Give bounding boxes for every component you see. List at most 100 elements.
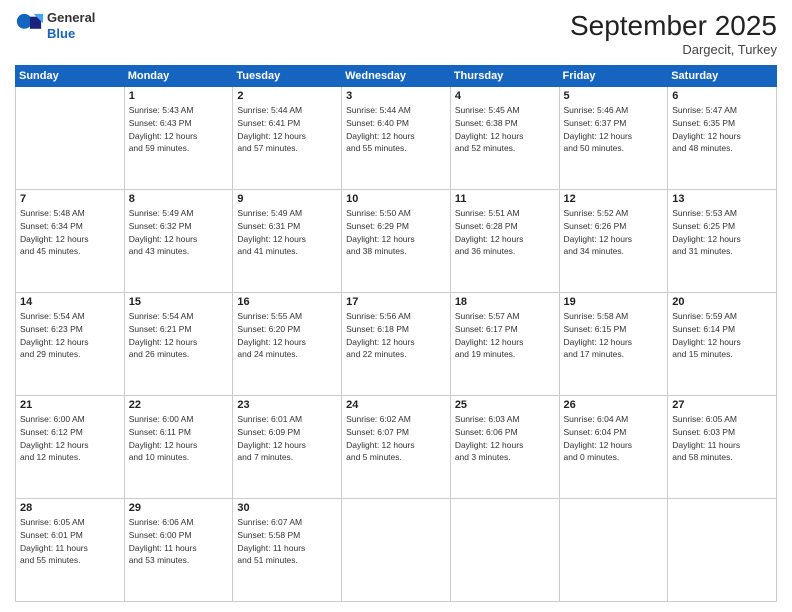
table-row: 19Sunrise: 5:58 AM Sunset: 6:15 PM Dayli… <box>559 293 668 396</box>
day-info: Sunrise: 6:02 AM Sunset: 6:07 PM Dayligh… <box>346 413 446 464</box>
day-number: 26 <box>564 399 664 411</box>
day-number: 4 <box>455 90 555 102</box>
day-number: 2 <box>237 90 337 102</box>
day-number: 7 <box>20 193 120 205</box>
table-row: 6 Sunrise: 5:47 AM Sunset: 6:35 PM Daylig… <box>668 87 777 190</box>
col-thursday: Thursday <box>450 66 559 87</box>
day-number: 22 <box>129 399 229 411</box>
logo-general: General <box>47 10 95 26</box>
day-info: Sunrise: 5:56 AM Sunset: 6:18 PM Dayligh… <box>346 310 446 361</box>
day-number: 8 <box>129 193 229 205</box>
table-row <box>16 87 125 190</box>
week-row-3: 14Sunrise: 5:54 AM Sunset: 6:23 PM Dayli… <box>16 293 777 396</box>
logo: General Blue <box>15 10 95 41</box>
table-row: 20 Sunrise: 5:59 AM Sunset: 6:14 PM Dayli… <box>668 293 777 396</box>
day-number: 25 <box>455 399 555 411</box>
location: Dargecit, Turkey <box>570 42 777 57</box>
table-row: 7 Sunrise: 5:48 AM Sunset: 6:34 PM Daylig… <box>16 190 125 293</box>
day-number: 11 <box>455 193 555 205</box>
day-info: Sunrise: 5:53 AM Sunset: 6:25 PM Dayligh… <box>672 207 772 258</box>
day-info: Sunrise: 5:55 AM Sunset: 6:20 PM Dayligh… <box>237 310 337 361</box>
table-row: 24Sunrise: 6:02 AM Sunset: 6:07 PM Dayli… <box>342 396 451 499</box>
day-number: 18 <box>455 296 555 308</box>
table-row: 22 Sunrise: 6:00 AM Sunset: 6:11 PM Dayli… <box>124 396 233 499</box>
day-number: 5 <box>564 90 664 102</box>
day-info: Sunrise: 5:47 AM Sunset: 6:35 PM Dayligh… <box>672 104 772 155</box>
table-row: 25 Sunrise: 6:03 AM Sunset: 6:06 PM Dayli… <box>450 396 559 499</box>
day-info: Sunrise: 5:48 AM Sunset: 6:34 PM Dayligh… <box>20 207 120 258</box>
table-row: 3 Sunrise: 5:44 AM Sunset: 6:40 PM Daylig… <box>342 87 451 190</box>
day-info: Sunrise: 6:05 AM Sunset: 6:03 PM Dayligh… <box>672 413 772 464</box>
day-info: Sunrise: 5:54 AM Sunset: 6:21 PM Dayligh… <box>129 310 229 361</box>
day-number: 15 <box>129 296 229 308</box>
table-row: 14Sunrise: 5:54 AM Sunset: 6:23 PM Dayli… <box>16 293 125 396</box>
table-row: 23Sunrise: 6:01 AM Sunset: 6:09 PM Dayli… <box>233 396 342 499</box>
table-row: 18Sunrise: 5:57 AM Sunset: 6:17 PM Dayli… <box>450 293 559 396</box>
day-info: Sunrise: 5:52 AM Sunset: 6:26 PM Dayligh… <box>564 207 664 258</box>
day-number: 27 <box>672 399 772 411</box>
table-row: 1Sunrise: 5:43 AM Sunset: 6:43 PM Daylig… <box>124 87 233 190</box>
day-number: 30 <box>237 502 337 514</box>
month-title: September 2025 <box>570 10 777 42</box>
table-row: 27 Sunrise: 6:05 AM Sunset: 6:03 PM Dayli… <box>668 396 777 499</box>
day-info: Sunrise: 5:45 AM Sunset: 6:38 PM Dayligh… <box>455 104 555 155</box>
day-info: Sunrise: 6:00 AM Sunset: 6:11 PM Dayligh… <box>129 413 229 464</box>
day-number: 17 <box>346 296 446 308</box>
col-sunday: Sunday <box>16 66 125 87</box>
day-info: Sunrise: 5:44 AM Sunset: 6:40 PM Dayligh… <box>346 104 446 155</box>
week-row-1: 1Sunrise: 5:43 AM Sunset: 6:43 PM Daylig… <box>16 87 777 190</box>
header: General Blue September 2025 Dargecit, Tu… <box>15 10 777 57</box>
week-row-4: 21Sunrise: 6:00 AM Sunset: 6:12 PM Dayli… <box>16 396 777 499</box>
logo-text: General Blue <box>47 10 95 41</box>
logo-blue: Blue <box>47 26 95 42</box>
day-number: 10 <box>346 193 446 205</box>
day-info: Sunrise: 5:49 AM Sunset: 6:32 PM Dayligh… <box>129 207 229 258</box>
day-info: Sunrise: 6:05 AM Sunset: 6:01 PM Dayligh… <box>20 516 120 567</box>
table-row: 2 Sunrise: 5:44 AM Sunset: 6:41 PM Daylig… <box>233 87 342 190</box>
day-info: Sunrise: 5:59 AM Sunset: 6:14 PM Dayligh… <box>672 310 772 361</box>
table-row <box>668 499 777 602</box>
table-row: 30 Sunrise: 6:07 AM Sunset: 5:58 PM Dayli… <box>233 499 342 602</box>
day-info: Sunrise: 5:50 AM Sunset: 6:29 PM Dayligh… <box>346 207 446 258</box>
day-number: 9 <box>237 193 337 205</box>
day-info: Sunrise: 5:49 AM Sunset: 6:31 PM Dayligh… <box>237 207 337 258</box>
calendar-header-row: Sunday Monday Tuesday Wednesday Thursday… <box>16 66 777 87</box>
day-info: Sunrise: 5:58 AM Sunset: 6:15 PM Dayligh… <box>564 310 664 361</box>
col-friday: Friday <box>559 66 668 87</box>
day-number: 20 <box>672 296 772 308</box>
day-info: Sunrise: 5:54 AM Sunset: 6:23 PM Dayligh… <box>20 310 120 361</box>
table-row <box>342 499 451 602</box>
table-row: 8 Sunrise: 5:49 AM Sunset: 6:32 PM Daylig… <box>124 190 233 293</box>
day-info: Sunrise: 5:46 AM Sunset: 6:37 PM Dayligh… <box>564 104 664 155</box>
table-row: 26Sunrise: 6:04 AM Sunset: 6:04 PM Dayli… <box>559 396 668 499</box>
day-info: Sunrise: 5:51 AM Sunset: 6:28 PM Dayligh… <box>455 207 555 258</box>
day-info: Sunrise: 6:03 AM Sunset: 6:06 PM Dayligh… <box>455 413 555 464</box>
day-number: 12 <box>564 193 664 205</box>
table-row: 12 Sunrise: 5:52 AM Sunset: 6:26 PM Dayli… <box>559 190 668 293</box>
table-row: 17 Sunrise: 5:56 AM Sunset: 6:18 PM Dayli… <box>342 293 451 396</box>
col-wednesday: Wednesday <box>342 66 451 87</box>
day-info: Sunrise: 6:06 AM Sunset: 6:00 PM Dayligh… <box>129 516 229 567</box>
week-row-5: 28 Sunrise: 6:05 AM Sunset: 6:01 PM Dayli… <box>16 499 777 602</box>
table-row: 28 Sunrise: 6:05 AM Sunset: 6:01 PM Dayli… <box>16 499 125 602</box>
table-row: 13 Sunrise: 5:53 AM Sunset: 6:25 PM Dayli… <box>668 190 777 293</box>
day-number: 3 <box>346 90 446 102</box>
table-row: 11 Sunrise: 5:51 AM Sunset: 6:28 PM Dayli… <box>450 190 559 293</box>
table-row: 16 Sunrise: 5:55 AM Sunset: 6:20 PM Dayli… <box>233 293 342 396</box>
day-number: 6 <box>672 90 772 102</box>
table-row: 21Sunrise: 6:00 AM Sunset: 6:12 PM Dayli… <box>16 396 125 499</box>
day-info: Sunrise: 6:00 AM Sunset: 6:12 PM Dayligh… <box>20 413 120 464</box>
day-number: 28 <box>20 502 120 514</box>
day-info: Sunrise: 6:07 AM Sunset: 5:58 PM Dayligh… <box>237 516 337 567</box>
table-row: 9 Sunrise: 5:49 AM Sunset: 6:31 PM Daylig… <box>233 190 342 293</box>
calendar-table: Sunday Monday Tuesday Wednesday Thursday… <box>15 65 777 602</box>
day-number: 16 <box>237 296 337 308</box>
day-info: Sunrise: 6:01 AM Sunset: 6:09 PM Dayligh… <box>237 413 337 464</box>
day-info: Sunrise: 5:43 AM Sunset: 6:43 PM Dayligh… <box>129 104 229 155</box>
table-row <box>559 499 668 602</box>
day-number: 13 <box>672 193 772 205</box>
day-info: Sunrise: 5:44 AM Sunset: 6:41 PM Dayligh… <box>237 104 337 155</box>
logo-icon <box>15 12 43 40</box>
col-monday: Monday <box>124 66 233 87</box>
calendar-page: General Blue September 2025 Dargecit, Tu… <box>0 0 792 612</box>
